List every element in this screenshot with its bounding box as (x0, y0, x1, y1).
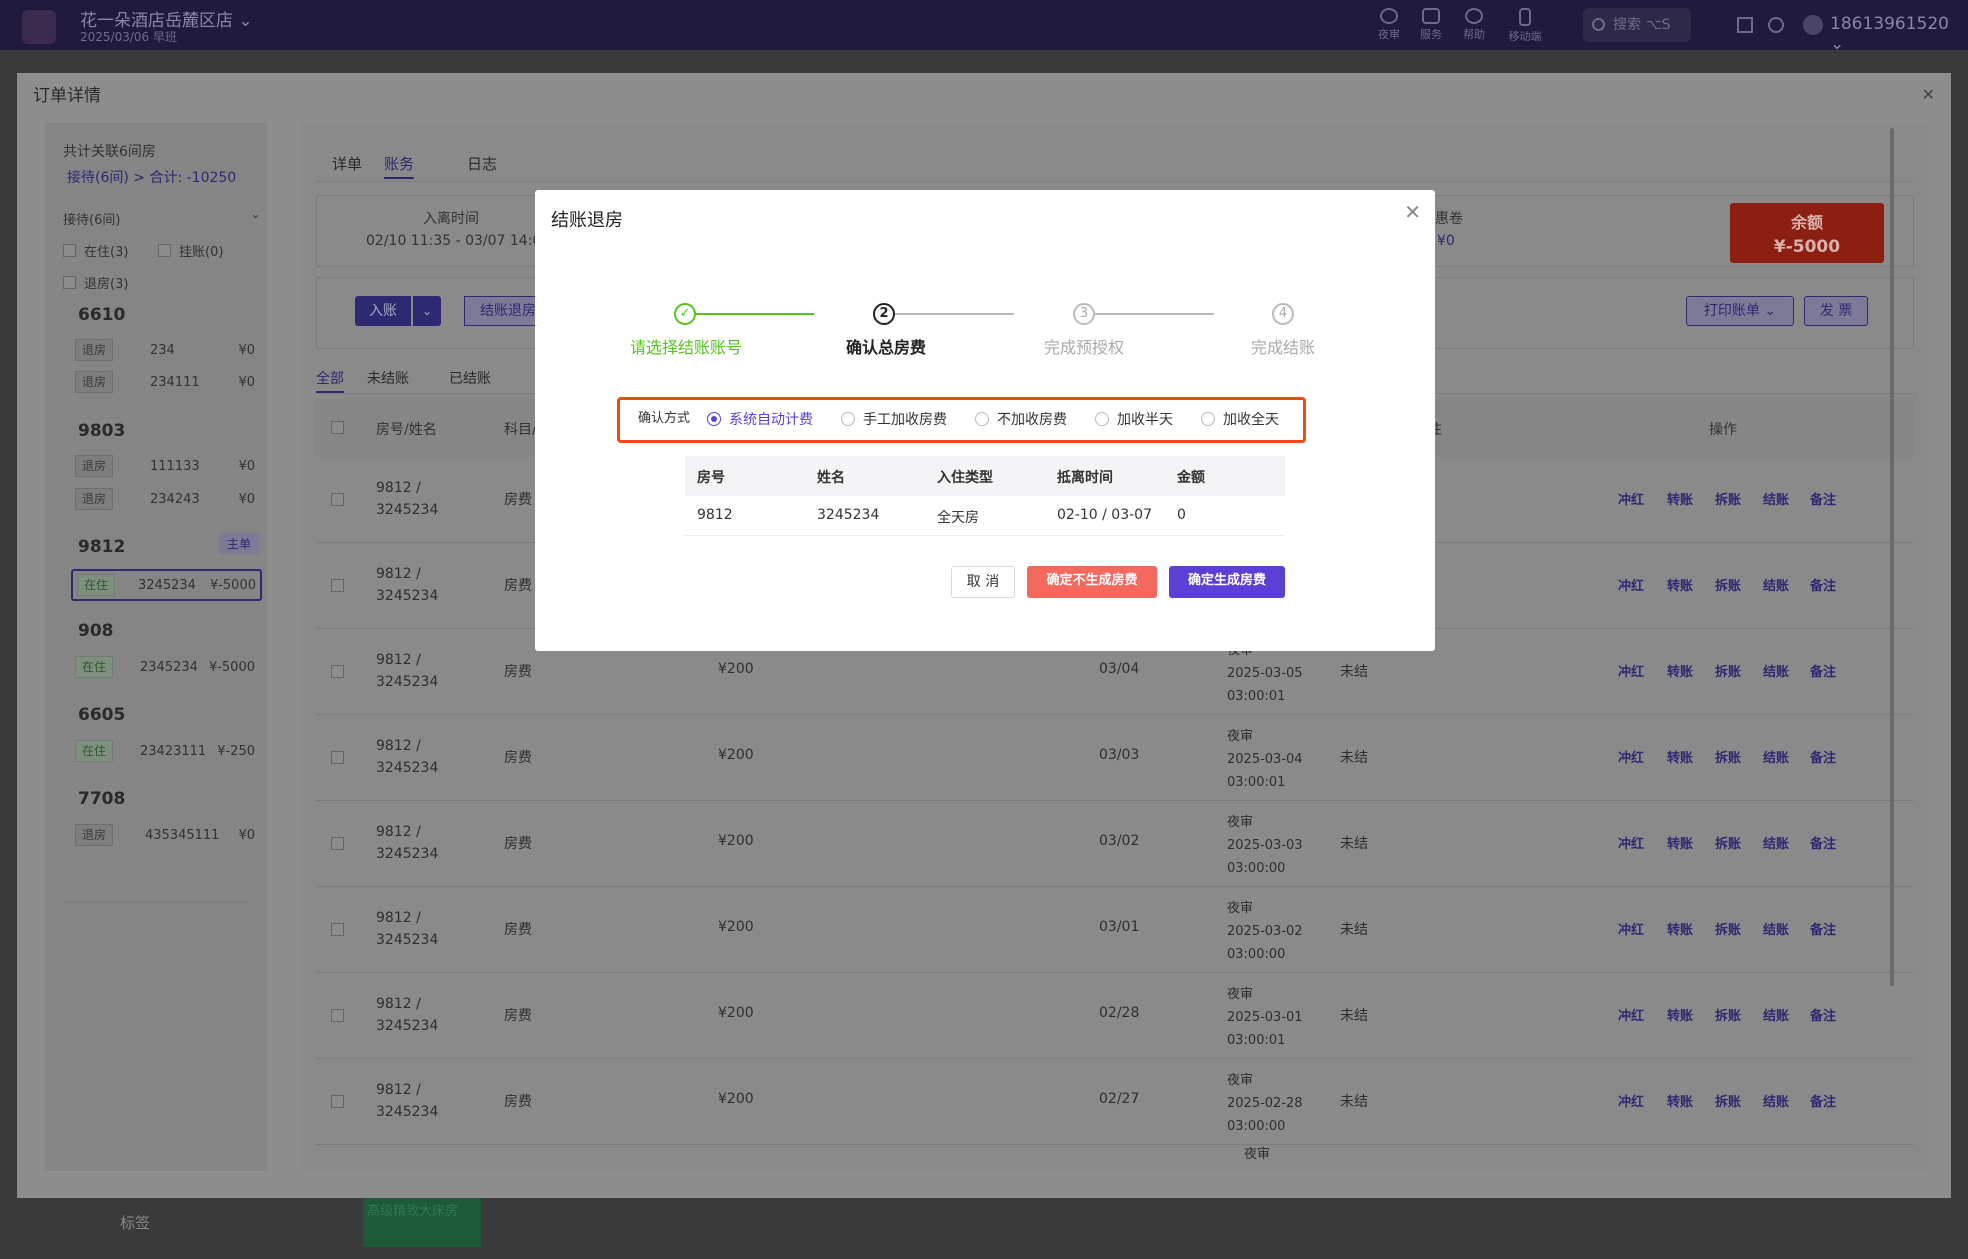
radio-manual-charge[interactable]: 手工加收房费 (841, 409, 947, 429)
radio-full-day[interactable]: 加收全天 (1201, 409, 1279, 429)
cancel-button[interactable]: 取 消 (951, 566, 1015, 598)
step-number-2: 2 (873, 303, 895, 325)
confirm-method-radio-group: 系统自动计费 手工加收房费 不加收房费 加收半天 加收全天 (707, 409, 1279, 429)
step-label-2: 确认总房费 (846, 338, 927, 357)
close-icon[interactable]: ✕ (1404, 200, 1421, 224)
table-header: 房号 姓名 入住类型 抵离时间 金额 (685, 456, 1285, 496)
confirm-method-label: 确认方式 (638, 411, 691, 426)
step-number-3: 3 (1073, 303, 1095, 325)
step-connector (1078, 313, 1214, 315)
step-label-4: 完成结账 (1251, 338, 1316, 357)
radio-no-charge[interactable]: 不加收房费 (975, 409, 1067, 429)
modal-title: 结账退房 (551, 210, 623, 231)
radio-auto-billing[interactable]: 系统自动计费 (707, 409, 813, 429)
step-label-1: 请选择结账账号 (630, 338, 743, 357)
table-row: 9812 3245234 全天房 02-10 / 03-07 0 (685, 496, 1285, 536)
step-label-3: 完成预授权 (1044, 338, 1125, 357)
confirm-no-fee-button[interactable]: 确定不生成房费 (1027, 566, 1157, 598)
radio-half-day[interactable]: 加收半天 (1095, 409, 1173, 429)
step-number-4: 4 (1272, 303, 1294, 325)
check-icon: ✓ (674, 303, 696, 325)
step-connector (878, 313, 1014, 315)
checkout-modal: 结账退房 ✕ ✓ 请选择结账账号 2 确认总房费 3 完成预授权 4 完成结账 … (535, 190, 1435, 651)
room-fee-table: 房号 姓名 入住类型 抵离时间 金额 9812 3245234 全天房 02-1… (685, 456, 1285, 536)
step-connector (679, 313, 814, 315)
confirm-fee-button[interactable]: 确定生成房费 (1169, 566, 1285, 598)
